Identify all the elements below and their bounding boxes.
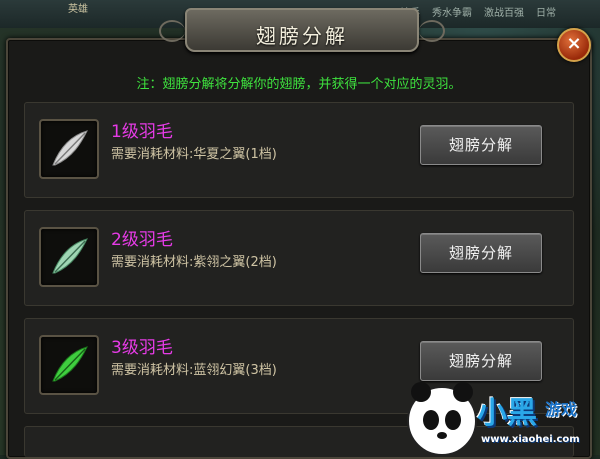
watermark: 小黑 游戏 www.xiaohei.com <box>405 382 600 456</box>
decompose-button-2[interactable]: 翅膀分解 <box>420 233 542 273</box>
item-title: 2级羽毛 <box>111 230 173 250</box>
feather-1-graphic <box>52 130 88 166</box>
green-feather-icon <box>39 335 99 395</box>
top-tab-jizhan[interactable]: 激战百强 <box>484 4 524 19</box>
dialog-title: 翅膀分解 <box>256 24 348 48</box>
item-cost: 需要消耗材料:紫翎之翼(2档) <box>111 255 277 270</box>
decompose-button-3[interactable]: 翅膀分解 <box>420 341 542 381</box>
top-left-tag: 英雄 <box>68 4 88 15</box>
item-title: 1级羽毛 <box>111 122 173 142</box>
item-title: 3级羽毛 <box>111 338 173 358</box>
top-tabs: 神兵 秀水争霸 激战百强 日常 <box>400 4 556 19</box>
notice-text: 注：翅膀分解将分解你的翅膀，并获得一个对应的灵羽。 <box>136 77 462 92</box>
pale-green-feather-icon <box>39 227 99 287</box>
feather-3-graphic <box>52 346 88 382</box>
watermark-logo-text: 小黑 <box>477 396 537 431</box>
decompose-button-1[interactable]: 翅膀分解 <box>420 125 542 165</box>
item-row-1: 1级羽毛 需要消耗材料:华夏之翼(1档) 翅膀分解 <box>24 102 574 198</box>
top-tab-richang[interactable]: 日常 <box>536 4 556 19</box>
white-feather-icon <box>39 119 99 179</box>
feather-2-graphic <box>52 238 88 274</box>
top-tab-xiushui[interactable]: 秀水争霸 <box>432 4 472 19</box>
item-cost: 需要消耗材料:华夏之翼(1档) <box>111 147 277 162</box>
item-cost: 需要消耗材料:蓝翎幻翼(3档) <box>111 363 277 378</box>
watermark-url: www.xiaohei.com <box>481 434 580 445</box>
title-plate: 翅膀分解 <box>159 8 445 52</box>
watermark-game-text: 游戏 <box>545 400 578 419</box>
item-row-2: 2级羽毛 需要消耗材料:紫翎之翼(2档) 翅膀分解 <box>24 210 574 306</box>
panda-logo-icon <box>407 382 477 456</box>
close-button[interactable]: × <box>557 28 591 62</box>
